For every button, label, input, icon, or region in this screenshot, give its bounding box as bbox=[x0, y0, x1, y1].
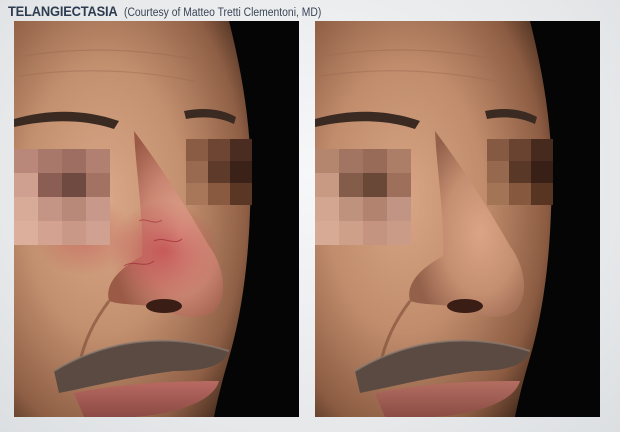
eye-mosaic-right bbox=[487, 139, 553, 205]
eye-mosaic-left bbox=[14, 149, 110, 245]
before-face-illustration bbox=[14, 21, 299, 417]
caption-credit: (Courtesy of Matteo Tretti Clementoni, M… bbox=[124, 7, 322, 19]
eye-mosaic-left bbox=[315, 149, 411, 245]
after-photo: after bbox=[315, 21, 600, 417]
after-face-illustration bbox=[315, 21, 600, 417]
eye-mosaic-right bbox=[186, 139, 252, 205]
figure-caption: TELANGIECTASIA (Courtesy of Matteo Trett… bbox=[8, 3, 343, 21]
before-photo: before bbox=[14, 21, 299, 417]
caption-title: TELANGIECTASIA bbox=[8, 3, 118, 19]
